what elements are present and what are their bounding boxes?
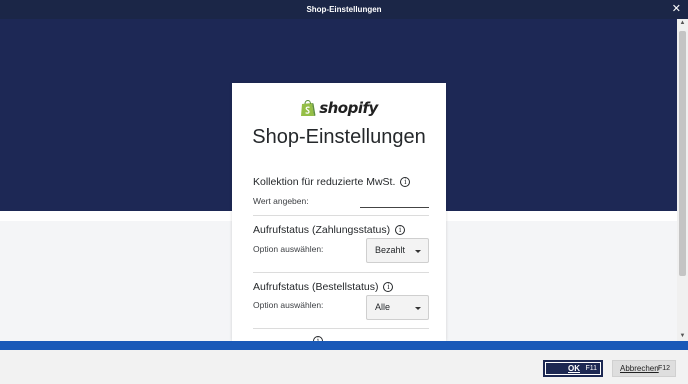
cancel-button-label: Abbrechen (620, 364, 659, 373)
content-area: shopify Shop-Einstellungen Kollektion fü… (0, 19, 677, 341)
ok-button-label: OK (568, 364, 580, 373)
info-icon[interactable]: i (395, 225, 406, 235)
order-status-value: Alle (375, 302, 391, 312)
settings-card: shopify Shop-Einstellungen Kollektion fü… (232, 83, 446, 341)
vertical-scrollbar[interactable]: ▲ ▼ (677, 19, 688, 341)
section-title-text: Kollektion für reduzierte MwSt. (253, 176, 396, 188)
chevron-down-icon (415, 250, 421, 253)
shopify-logo: shopify (232, 97, 446, 119)
shopify-bag-icon (301, 99, 316, 116)
scroll-up-icon[interactable]: ▲ (677, 19, 688, 28)
brand-wordmark: shopify (319, 99, 378, 117)
vat-collection-input[interactable] (360, 196, 429, 208)
info-icon[interactable]: i (383, 282, 394, 292)
order-status-select[interactable]: Alle (366, 295, 429, 320)
title-bar: Shop-Einstellungen ✕ (0, 0, 688, 19)
info-icon[interactable]: i (400, 177, 411, 187)
scroll-down-icon[interactable]: ▼ (677, 332, 688, 341)
card-title: Shop-Einstellungen (252, 126, 426, 148)
cancel-button[interactable]: Abbrechen F12 (612, 360, 676, 377)
order-status-label: Option auswählen: (253, 300, 324, 310)
scrollbar-thumb[interactable] (679, 31, 686, 276)
cancel-shortcut: F12 (657, 365, 670, 372)
section-title-payment-status: Aufrufstatus (Zahlungsstatus) i (253, 224, 406, 236)
vat-collection-label: Wert angeben: (253, 196, 309, 206)
payment-status-select[interactable]: Bezahlt (366, 238, 429, 263)
close-icon[interactable]: ✕ (672, 0, 681, 19)
window-title: Shop-Einstellungen (306, 5, 382, 14)
ok-button[interactable]: OK F11 (543, 360, 603, 377)
section-title-text: Aufrufstatus (Bestellstatus) (253, 281, 379, 293)
section-title-order-status: Aufrufstatus (Bestellstatus) i (253, 281, 394, 293)
ok-shortcut: F11 (585, 365, 597, 372)
payment-status-label: Option auswählen: (253, 244, 324, 254)
accent-bar (0, 341, 688, 350)
section-title-vat-collection: Kollektion für reduzierte MwSt. i (253, 176, 411, 188)
payment-status-value: Bezahlt (375, 245, 406, 255)
dialog-footer: OK F11 Abbrechen F12 (0, 350, 688, 384)
chevron-down-icon (415, 307, 421, 310)
section-divider (253, 328, 429, 329)
section-title-text: Aufrufstatus (Zahlungsstatus) (253, 224, 391, 236)
section-divider (253, 215, 429, 216)
section-divider (253, 272, 429, 273)
